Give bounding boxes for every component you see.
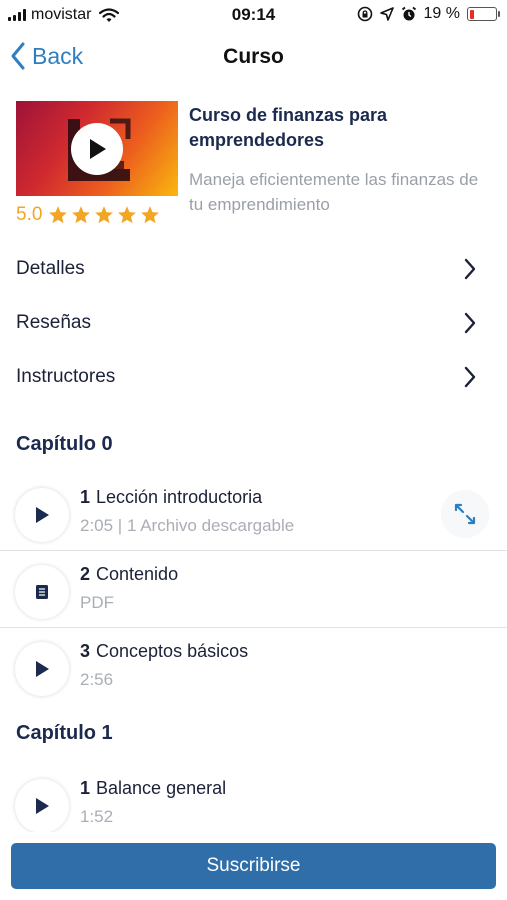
divider — [0, 627, 507, 628]
menu-item-resenas[interactable]: Reseñas — [16, 303, 476, 343]
lesson-number: 1 — [80, 487, 91, 507]
chapter-title: Capítulo 1 — [16, 722, 113, 744]
lesson-title: 1 Lección introductoria — [80, 487, 262, 508]
play-icon — [36, 661, 49, 677]
status-right: 19 % — [357, 5, 500, 23]
rating-value: 5.0 — [16, 204, 43, 225]
lesson-name: Conceptos básicos — [96, 641, 249, 661]
document-icon — [36, 585, 48, 599]
back-button[interactable]: Back — [10, 42, 83, 70]
menu-label: Instructores — [16, 366, 116, 387]
expand-icon — [454, 503, 476, 525]
menu-item-instructores[interactable]: Instructores — [16, 357, 476, 397]
menu-item-detalles[interactable]: Detalles — [16, 249, 476, 289]
menu-label: Reseñas — [16, 312, 91, 333]
lesson-title: 1 Balance general — [80, 778, 226, 799]
lesson-number: 2 — [80, 564, 91, 584]
play-button[interactable] — [71, 123, 123, 175]
lesson-meta: 2:56 — [80, 670, 114, 689]
course-thumbnail[interactable] — [16, 101, 178, 196]
battery-percent: 19 % — [423, 5, 460, 22]
lesson-number: 1 — [80, 778, 91, 798]
battery-icon — [467, 7, 500, 21]
lesson-meta: 1:52 — [80, 807, 114, 826]
lesson-meta: PDF — [80, 593, 114, 612]
chevron-right-icon — [464, 366, 476, 388]
star-icon — [141, 206, 160, 224]
lesson-play-button[interactable] — [15, 779, 69, 833]
lesson-play-button[interactable] — [15, 642, 69, 696]
lesson-document-button[interactable] — [15, 565, 69, 619]
subscribe-button[interactable]: Suscribirse — [11, 843, 496, 889]
lesson-name: Balance general — [96, 778, 227, 798]
star-icon — [72, 206, 91, 224]
lesson-title: 3 Conceptos básicos — [80, 641, 248, 662]
star-icon — [118, 206, 137, 224]
lesson-item[interactable]: 2 Contenido PDF — [0, 555, 507, 631]
back-label: Back — [32, 42, 84, 69]
expand-button[interactable] — [441, 490, 489, 538]
play-icon — [36, 798, 49, 814]
lesson-play-button[interactable] — [15, 488, 69, 542]
play-icon — [90, 139, 106, 159]
lesson-name: Lección introductoria — [96, 487, 263, 507]
lesson-item[interactable]: 3 Conceptos básicos 2:56 — [0, 632, 507, 708]
rating-stars — [48, 205, 163, 225]
battery-level — [469, 9, 475, 19]
lesson-meta: 2:05 | 1 Archivo descargable — [80, 516, 295, 535]
menu-label: Detalles — [16, 258, 85, 279]
course-title: Curso de finanzas para emprendedores — [189, 105, 388, 150]
lesson-name: Contenido — [96, 564, 179, 584]
rotation-lock-icon — [357, 6, 372, 22]
chevron-left-icon — [11, 42, 25, 70]
status-bar: movistar 09:14 19 % — [0, 0, 507, 30]
chapter-title: Capítulo 0 — [16, 433, 113, 455]
location-icon — [379, 7, 394, 21]
star-icon — [95, 206, 114, 224]
lesson-number: 3 — [80, 641, 91, 661]
divider — [0, 550, 507, 551]
chevron-right-icon — [464, 258, 476, 280]
lesson-item[interactable]: 1 Lección introductoria 2:05 | 1 Archivo … — [0, 478, 507, 554]
nav-bar: Back Curso — [0, 36, 507, 80]
play-icon — [36, 507, 49, 523]
star-icon — [49, 206, 68, 224]
course-subtitle: Maneja eficientemente las finanzas de tu… — [189, 170, 479, 214]
course-header: 5.0 Curso de finanzas para emprendedores… — [16, 101, 491, 231]
alarm-icon — [401, 6, 416, 21]
lesson-title: 2 Contenido — [80, 564, 178, 585]
chevron-right-icon — [464, 312, 476, 334]
course-rating: 5.0 — [16, 204, 163, 226]
